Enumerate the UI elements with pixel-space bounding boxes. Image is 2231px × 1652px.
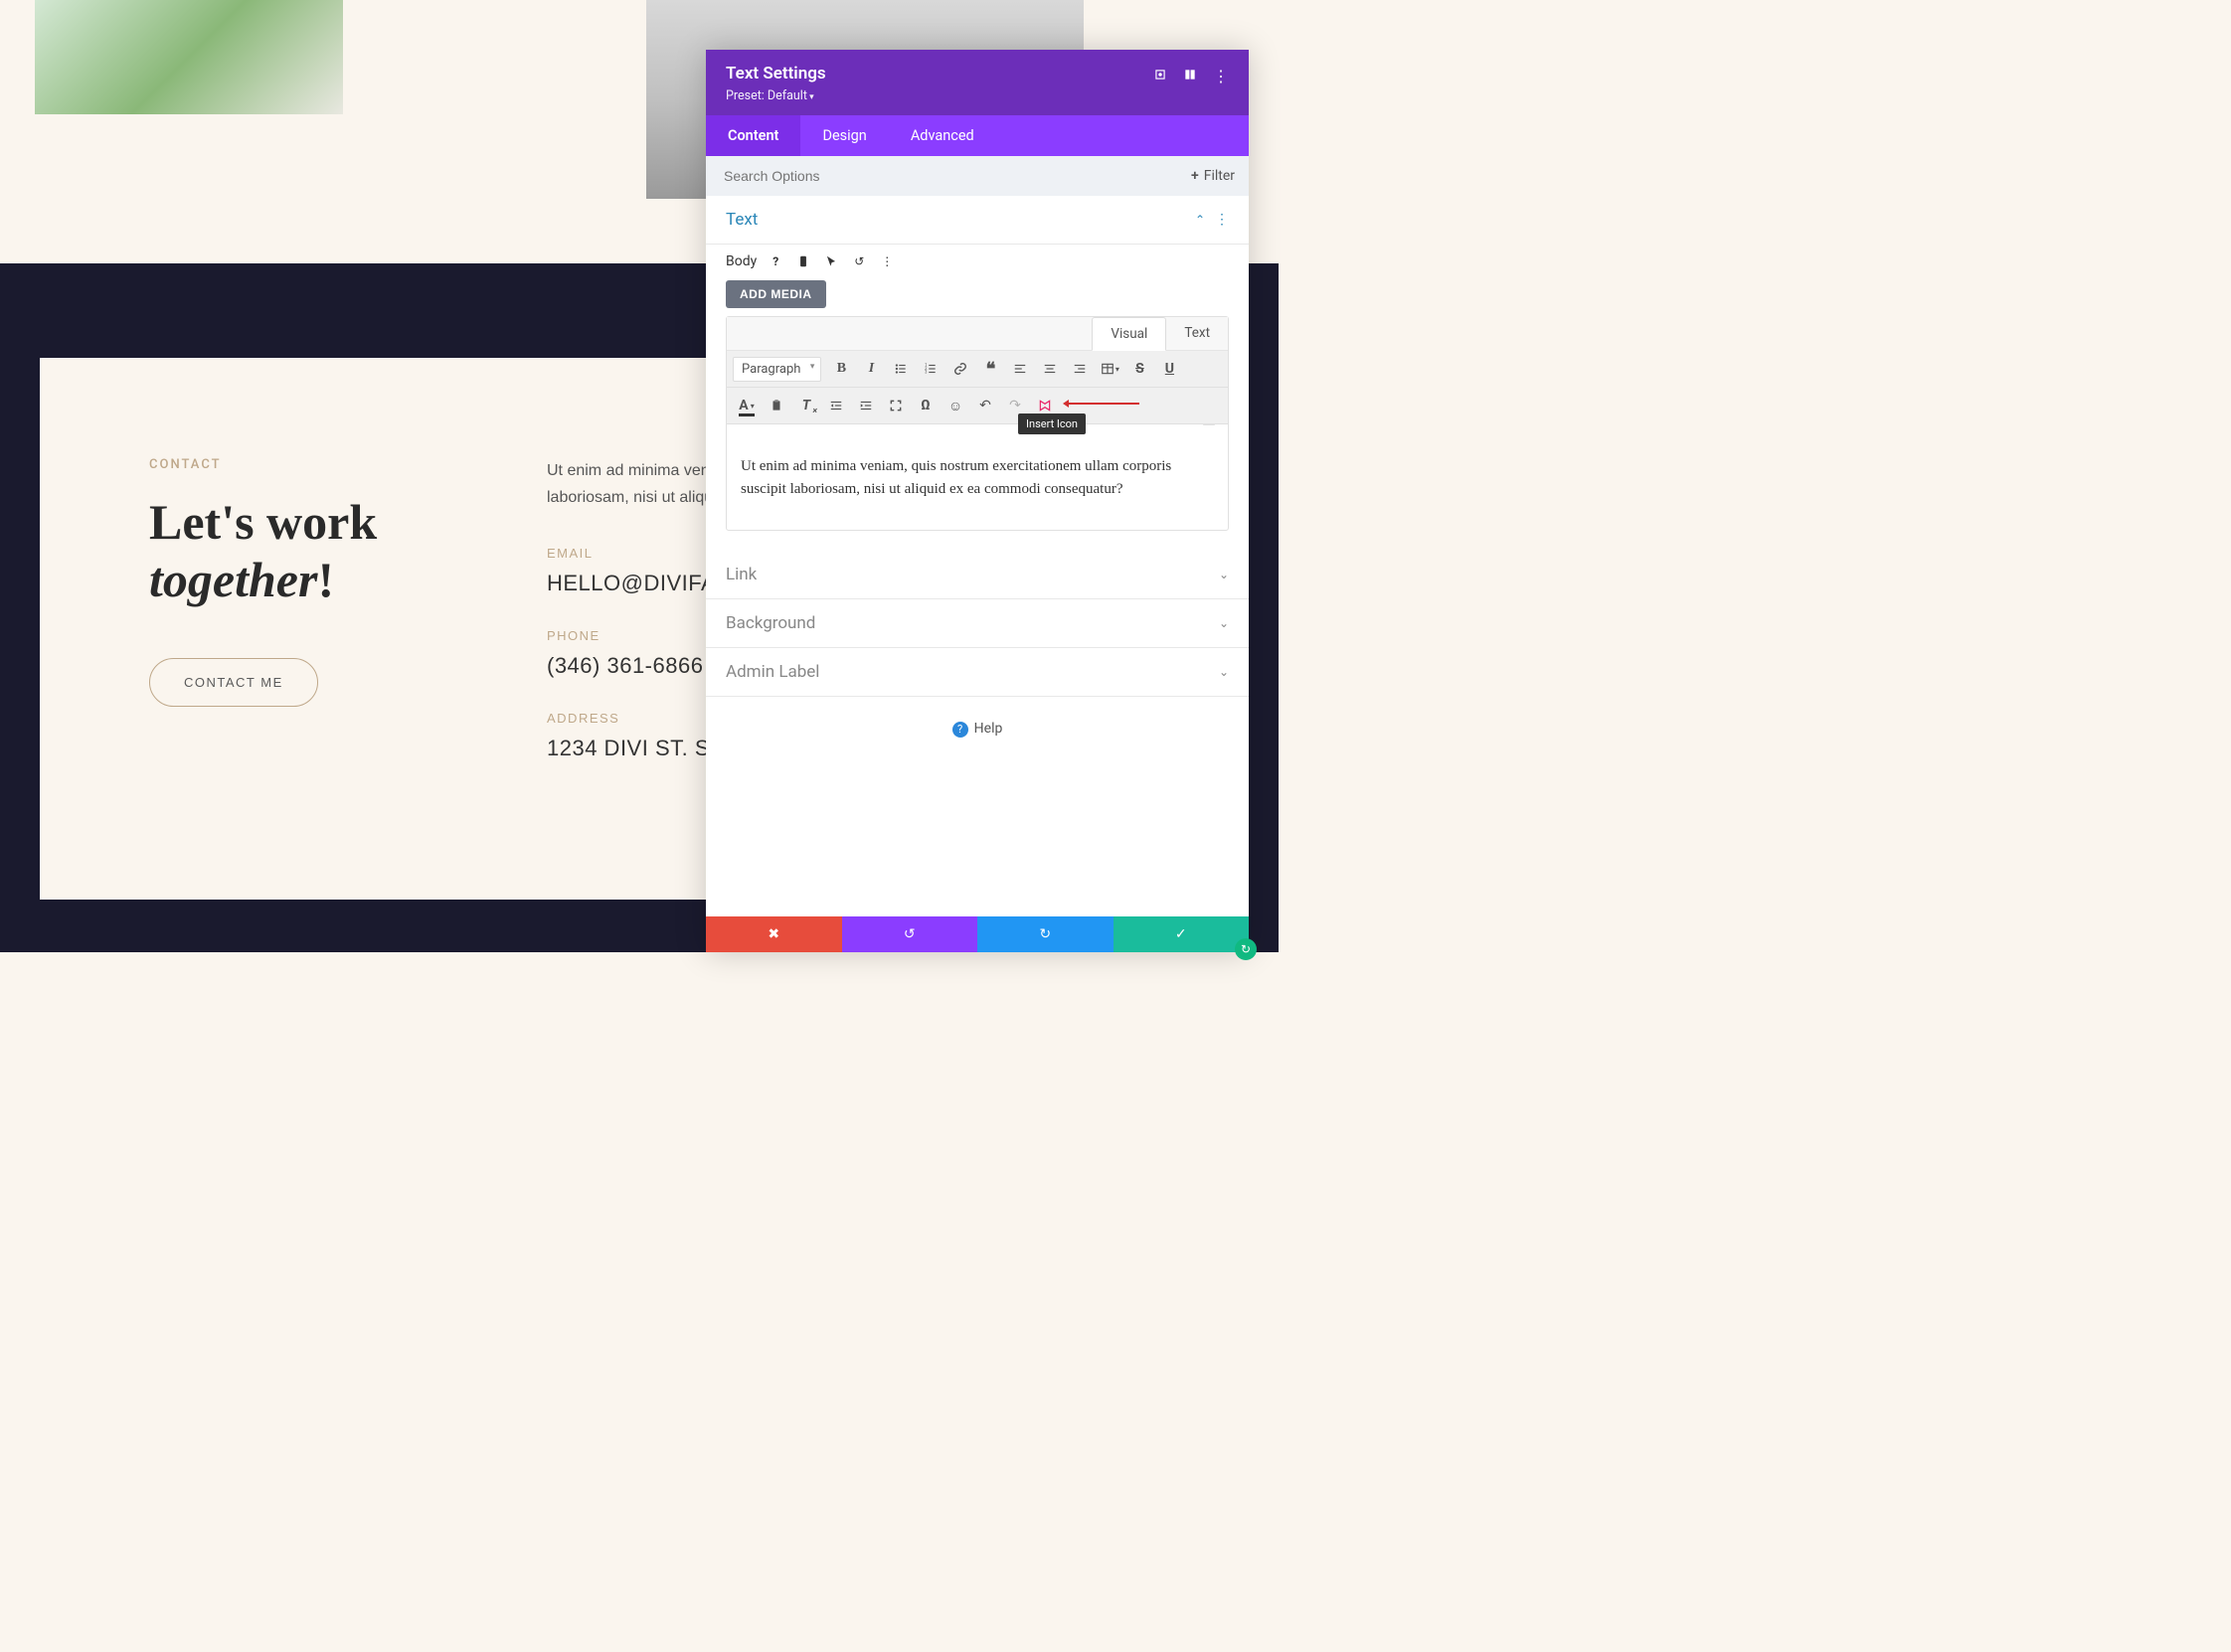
editor-tab-visual[interactable]: Visual	[1092, 317, 1166, 351]
paste-button[interactable]	[763, 392, 790, 419]
body-label: Body	[726, 253, 757, 269]
search-input[interactable]	[706, 156, 1177, 196]
help-icon[interactable]: ?	[767, 252, 784, 270]
help-icon: ?	[952, 722, 968, 738]
add-media-button[interactable]: ADD MEDIA	[726, 280, 826, 308]
hover-icon[interactable]	[822, 252, 840, 270]
field-more-icon[interactable]: ⋮	[878, 252, 896, 270]
emoji-button[interactable]: ☺	[942, 392, 969, 419]
grammarly-icon[interactable]: ↻	[1235, 938, 1257, 960]
section-admin-label[interactable]: Admin Label ⌄	[706, 648, 1249, 697]
annotation-arrow	[1065, 403, 1139, 405]
editor-toolbar-row1: Paragraph B I 123 ❝ ▾ S U	[727, 351, 1228, 388]
paragraph-select[interactable]: Paragraph	[733, 357, 821, 382]
mobile-icon[interactable]	[794, 252, 812, 270]
layout-icon[interactable]	[1183, 68, 1197, 85]
filter-button[interactable]: Filter	[1177, 158, 1249, 194]
editor-tab-text[interactable]: Text	[1166, 317, 1228, 350]
align-right-button[interactable]	[1066, 355, 1094, 383]
outdent-button[interactable]	[822, 392, 850, 419]
number-list-button[interactable]: 123	[917, 355, 944, 383]
section-background[interactable]: Background ⌄	[706, 599, 1249, 648]
italic-button[interactable]: I	[857, 355, 885, 383]
reset-icon[interactable]: ↺	[850, 252, 868, 270]
tab-content[interactable]: Content	[706, 115, 800, 156]
link-button[interactable]	[946, 355, 974, 383]
undo-button[interactable]: ↶	[971, 392, 999, 419]
tabs: Content Design Advanced	[706, 115, 1249, 156]
tab-design[interactable]: Design	[800, 115, 888, 156]
chevron-up-icon: ⌃	[1195, 213, 1205, 227]
editor-content[interactable]: Ut enim ad minima veniam, quis nostrum e…	[727, 430, 1228, 530]
image-placeholder-1	[35, 0, 343, 114]
panel-title: Text Settings	[726, 64, 826, 83]
section-more-icon[interactable]: ⋮	[1215, 212, 1229, 228]
panel-header[interactable]: Text Settings Preset: Default ⋮	[706, 50, 1249, 115]
table-button[interactable]: ▾	[1096, 355, 1123, 383]
contact-me-button[interactable]: CONTACT ME	[149, 658, 318, 707]
indent-button[interactable]	[852, 392, 880, 419]
special-char-button[interactable]: Ω	[912, 392, 940, 419]
chevron-down-icon: ⌄	[1219, 568, 1229, 581]
section-link[interactable]: Link ⌄	[706, 551, 1249, 599]
save-button[interactable]: ✓	[1114, 916, 1250, 952]
chevron-down-icon: ⌄	[1219, 665, 1229, 679]
headline: Let's work together!	[149, 494, 487, 608]
bullet-list-button[interactable]	[887, 355, 915, 383]
expand-icon[interactable]	[1153, 68, 1167, 85]
align-center-button[interactable]	[1036, 355, 1064, 383]
align-left-button[interactable]	[1006, 355, 1034, 383]
footer-actions: ✖ ↺ ↻ ✓	[706, 916, 1249, 952]
strikethrough-button[interactable]: S	[1125, 355, 1153, 383]
section-text-header[interactable]: Text ⌃⋮	[706, 196, 1249, 245]
section-eyebrow: CONTACT	[149, 457, 487, 472]
tab-advanced[interactable]: Advanced	[889, 115, 996, 156]
fullscreen-button[interactable]	[882, 392, 910, 419]
help-link[interactable]: ?Help	[706, 697, 1249, 916]
preset-dropdown[interactable]: Preset: Default	[726, 88, 826, 103]
redo-all-button[interactable]: ↻	[977, 916, 1114, 952]
bold-button[interactable]: B	[827, 355, 855, 383]
text-color-button[interactable]: A▾	[733, 392, 761, 419]
more-icon[interactable]: ⋮	[1213, 67, 1229, 85]
chevron-down-icon: ⌄	[1219, 616, 1229, 630]
editor-toolbar-row2: A▾ T× Ω ☺ ↶ ↷ Insert Icon	[727, 388, 1228, 424]
text-section-body: Body ? ↺ ⋮ ADD MEDIA Visual Text Paragra…	[706, 252, 1249, 551]
quote-button[interactable]: ❝	[976, 355, 1004, 383]
underline-button[interactable]: U	[1155, 355, 1183, 383]
clear-format-button[interactable]: T×	[792, 392, 820, 419]
undo-all-button[interactable]: ↺	[842, 916, 978, 952]
svg-text:3: 3	[926, 370, 929, 375]
editor: Visual Text Paragraph B I 123 ❝ ▾ S U A▾	[726, 316, 1229, 531]
text-settings-panel: Text Settings Preset: Default ⋮ Content …	[706, 50, 1249, 952]
cancel-button[interactable]: ✖	[706, 916, 842, 952]
